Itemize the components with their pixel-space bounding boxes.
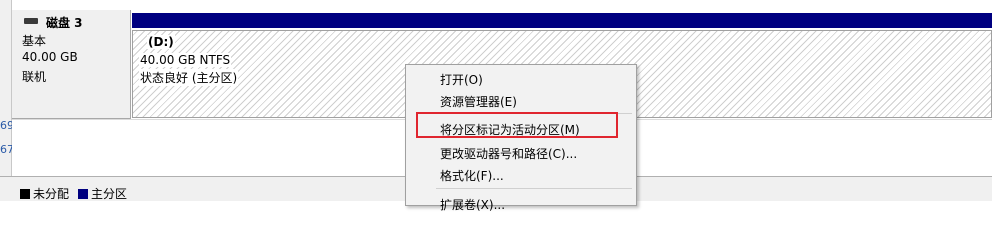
disk-title: 磁盘 3 bbox=[46, 16, 83, 30]
legend-swatch-primary bbox=[78, 188, 88, 199]
menu-item-open[interactable]: 打开(O) bbox=[406, 67, 636, 89]
disk-status: 联机 bbox=[22, 70, 47, 84]
legend-label-unallocated: 未分配 bbox=[33, 187, 70, 201]
menu-label-open: 打开(O) bbox=[440, 73, 483, 87]
volume-name: (D:) bbox=[147, 35, 175, 49]
volume-size-fs: 40.00 GB NTFS bbox=[139, 53, 232, 67]
disk-icon bbox=[24, 18, 38, 24]
legend-label-primary: 主分区 bbox=[91, 187, 128, 201]
volume-status: 状态良好 (主分区) bbox=[139, 69, 239, 86]
menu-label-extend-volume: 扩展卷(X)... bbox=[440, 198, 506, 212]
menu-label-format: 格式化(F)... bbox=[440, 169, 504, 183]
disk-info-panel[interactable]: 磁盘 3 基本 40.00 GB 联机 bbox=[12, 10, 131, 119]
menu-label-explorer: 资源管理器(E) bbox=[440, 95, 517, 109]
menu-item-extend-volume[interactable]: 扩展卷(X)... bbox=[406, 192, 636, 214]
legend-unallocated: 未分配 bbox=[20, 185, 69, 202]
legend-primary: 主分区 bbox=[78, 185, 127, 202]
primary-partition-header[interactable] bbox=[132, 13, 992, 28]
menu-item-explorer[interactable]: 资源管理器(E) bbox=[406, 89, 636, 111]
disk-type: 基本 bbox=[22, 34, 47, 48]
menu-item-format[interactable]: 格式化(F)... bbox=[406, 163, 636, 185]
disk-size: 40.00 GB bbox=[22, 50, 78, 64]
menu-label-change-drive-letter: 更改驱动器号和路径(C)... bbox=[440, 147, 578, 161]
menu-item-change-drive-letter[interactable]: 更改驱动器号和路径(C)... bbox=[406, 141, 636, 163]
legend-swatch-unallocated bbox=[20, 188, 30, 199]
highlight-annotation-box bbox=[416, 112, 618, 138]
menu-separator bbox=[436, 188, 632, 189]
